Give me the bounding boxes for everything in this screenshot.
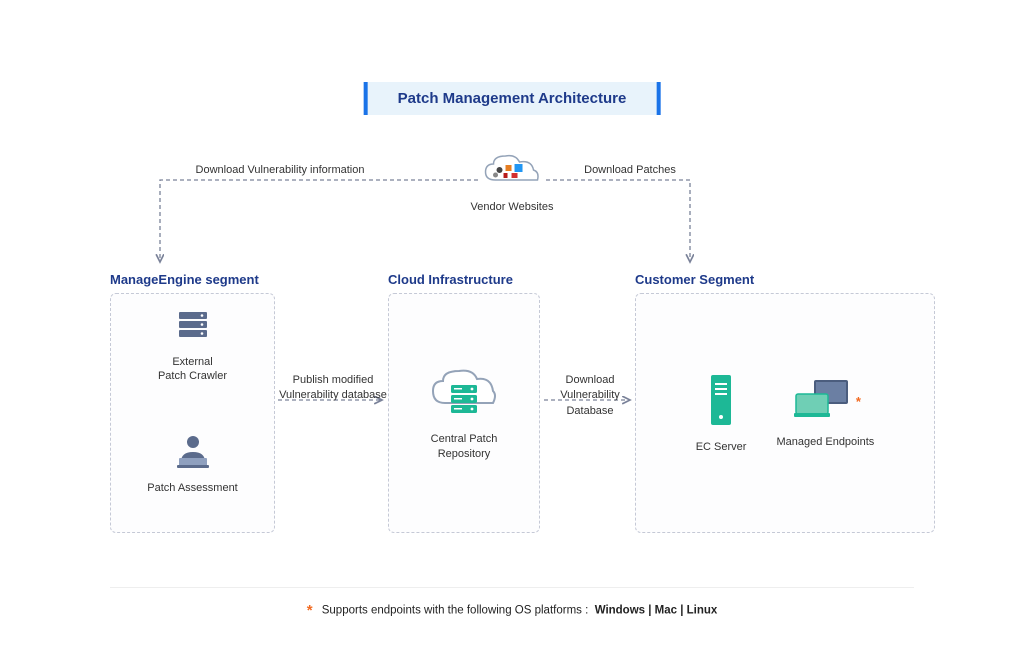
- customer-title: Customer Segment: [635, 272, 935, 287]
- footer-note: * Supports endpoints with the following …: [110, 587, 914, 619]
- flow-label-download-patches: Download Patches: [540, 163, 720, 178]
- cloud-servers-icon: [429, 365, 499, 421]
- manageengine-title: ManageEngine segment: [110, 272, 275, 287]
- server-stack-icon: [171, 308, 215, 344]
- external-patch-crawler-node: External Patch Crawler: [119, 308, 266, 384]
- managed-endpoints-node: * Managed Endpoints: [776, 376, 874, 449]
- customer-segment: Customer Segment EC Server * Managed: [635, 272, 935, 533]
- ec-server-node: EC Server: [696, 371, 747, 454]
- crawler-label: External Patch Crawler: [119, 355, 266, 384]
- flow-label-publish-db: Publish modified Vulnerability database: [278, 373, 388, 404]
- asterisk-icon: *: [856, 394, 861, 409]
- manageengine-segment: ManageEngine segment External Patch Craw…: [110, 272, 275, 533]
- vendor-websites-node: Vendor Websites: [471, 150, 554, 213]
- person-laptop-icon: [171, 432, 215, 470]
- diagram-title: Patch Management Architecture: [364, 82, 661, 115]
- assessment-label: Patch Assessment: [119, 481, 266, 495]
- footer-asterisk-icon: *: [307, 602, 313, 619]
- footer-platforms: Windows | Mac | Linux: [595, 605, 718, 617]
- footer-prefix: Supports endpoints with the following OS…: [322, 605, 589, 617]
- server-tower-icon: [701, 371, 741, 429]
- ec-label: EC Server: [696, 440, 747, 454]
- cloud-vendors-icon: [482, 150, 542, 192]
- central-patch-repo-node: Central Patch Repository: [429, 365, 499, 461]
- vendor-websites-label: Vendor Websites: [471, 201, 554, 213]
- flow-label-download-db: Download Vulnerability Database: [540, 373, 640, 419]
- endpoints-label: Managed Endpoints: [776, 435, 874, 449]
- endpoints-icon: [792, 376, 854, 424]
- cloud-title: Cloud Infrastructure: [388, 272, 540, 287]
- cloud-infrastructure-segment: Cloud Infrastructure Central Patch Repos…: [388, 272, 540, 533]
- patch-assessment-node: Patch Assessment: [119, 432, 266, 495]
- repo-label: Central Patch Repository: [429, 432, 499, 461]
- flow-label-download-vuln: Download Vulnerability information: [170, 163, 390, 178]
